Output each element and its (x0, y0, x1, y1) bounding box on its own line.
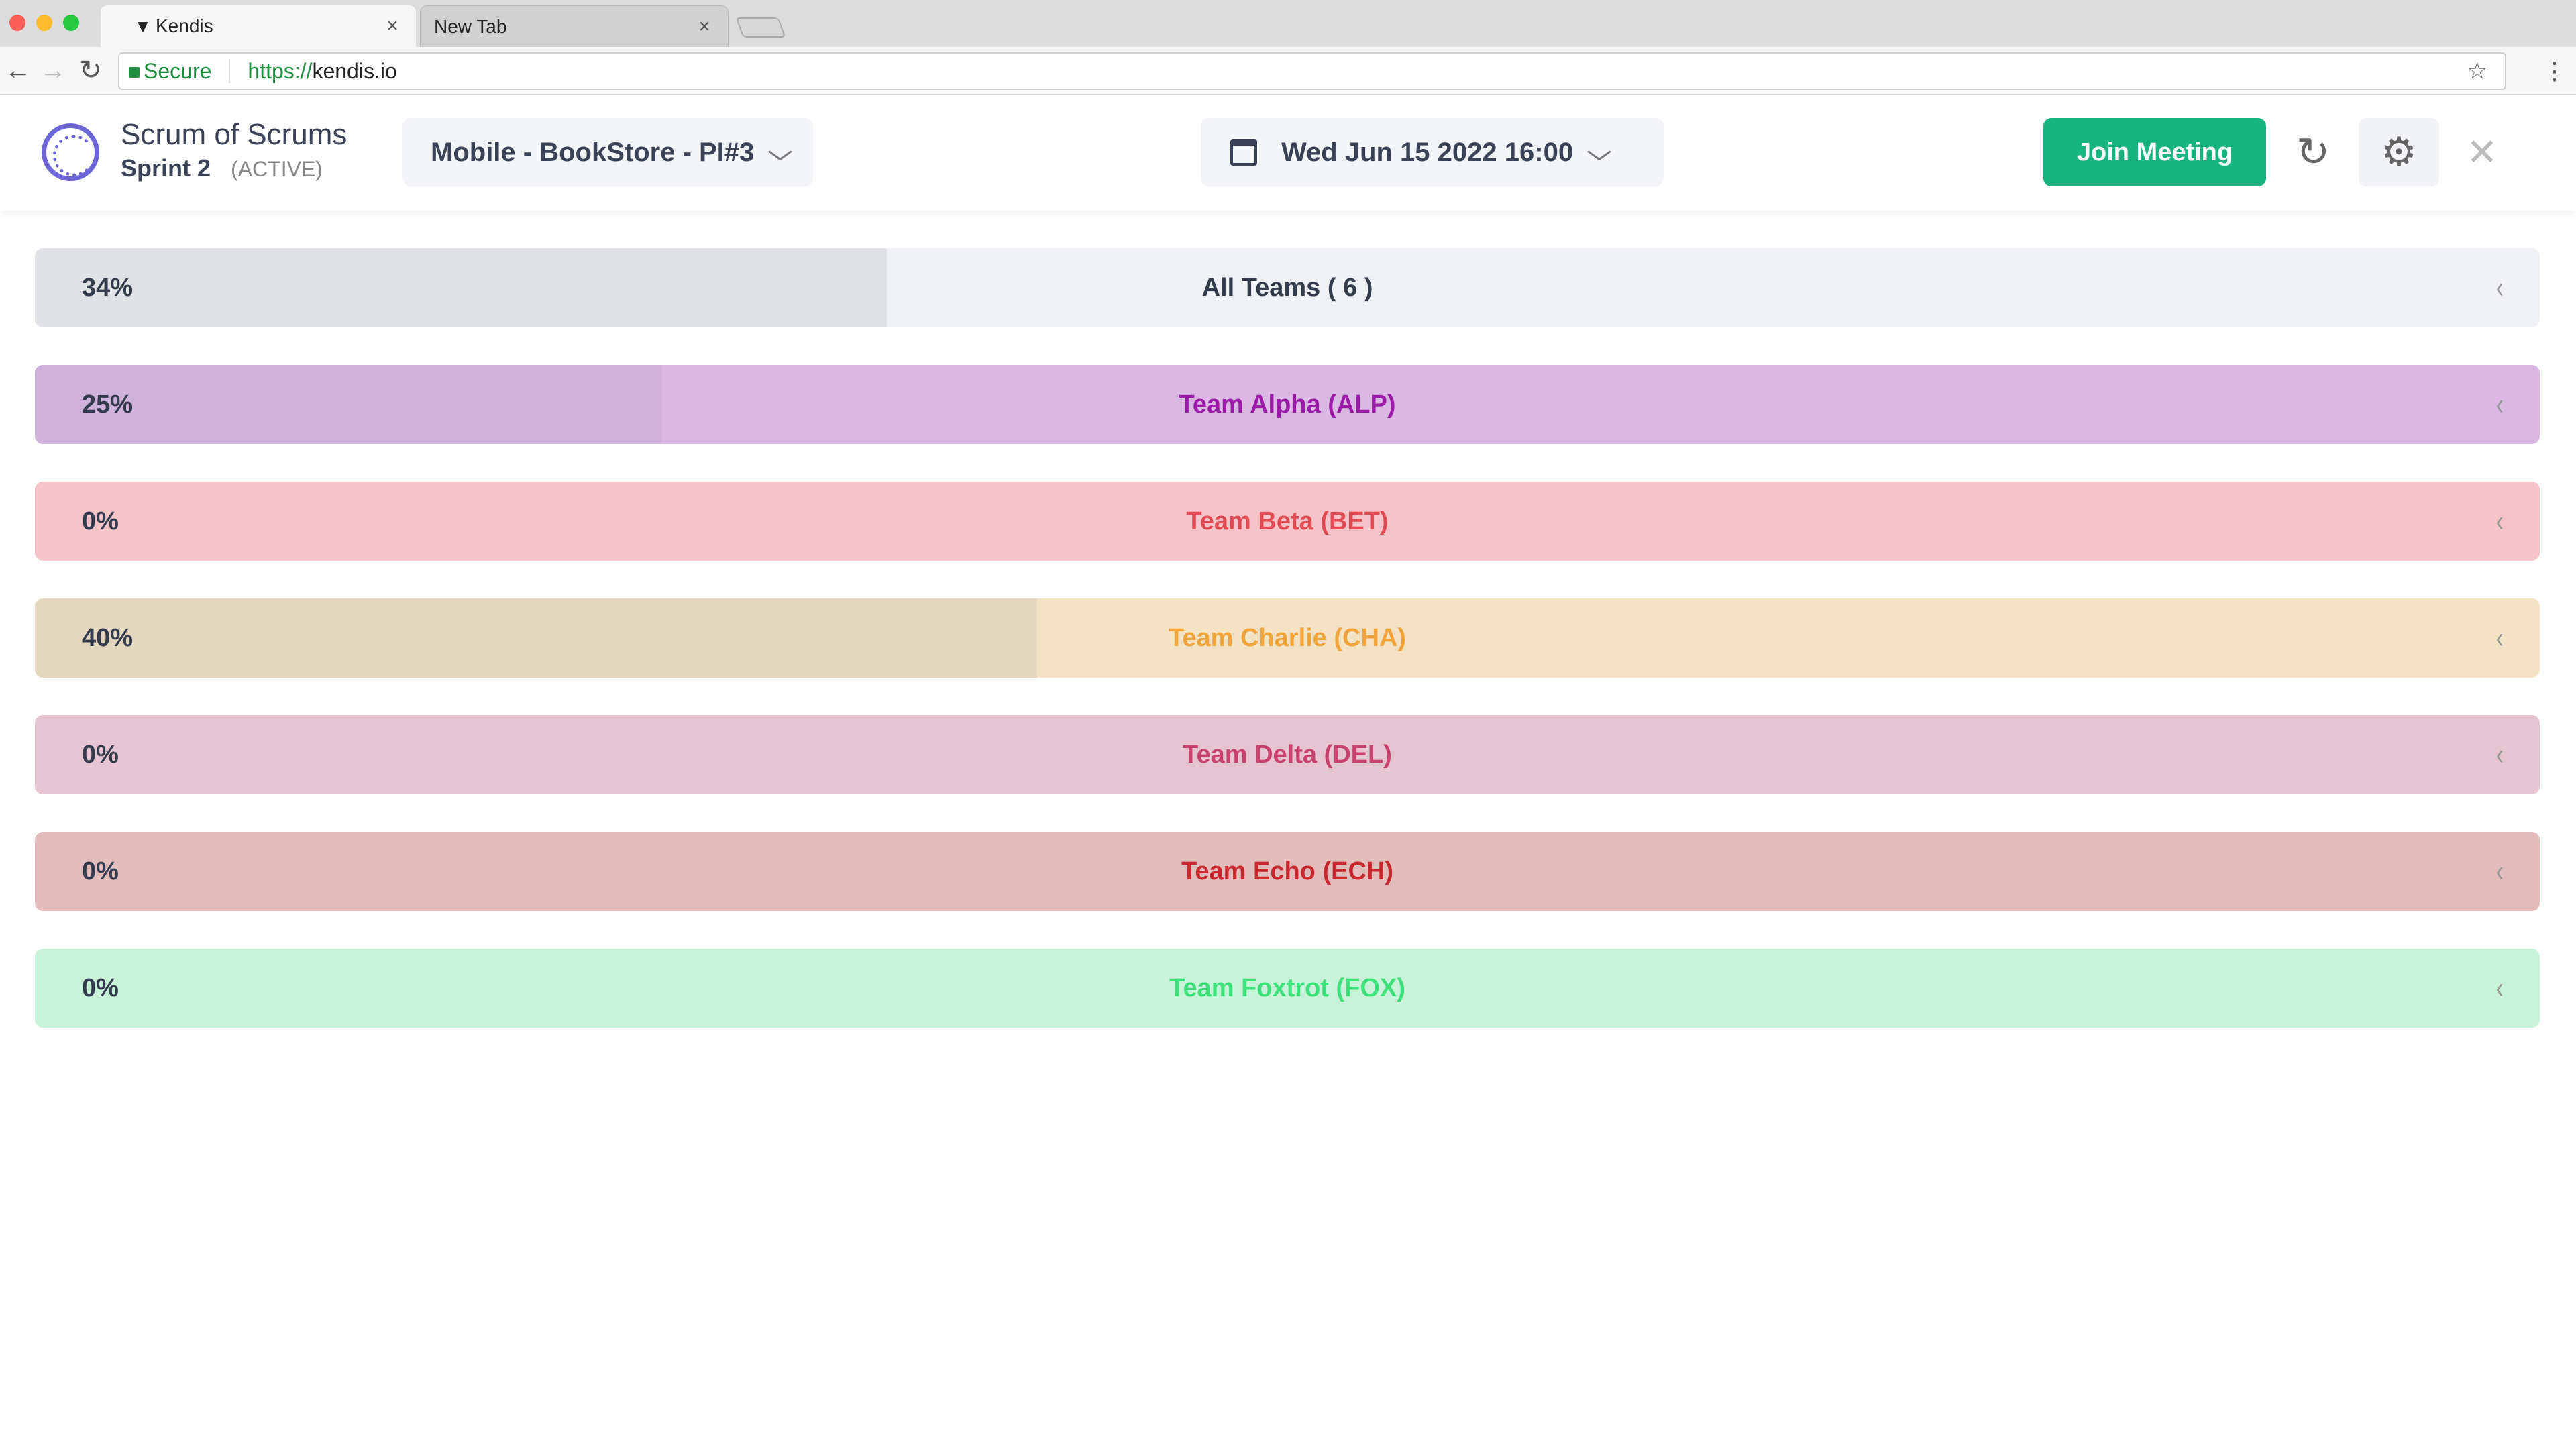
team-row-foxtrot[interactable]: 0% Team Foxtrot (FOX) ‹ (35, 949, 2540, 1028)
sprint-name: Sprint 2 (121, 154, 211, 182)
browser-toolbar: ← → ↻ Secure https:// kendis.io ☆ ⋮ (0, 47, 2576, 95)
filter-icon: ▼ (134, 15, 152, 36)
secure-indicator[interactable]: Secure (129, 59, 211, 84)
browser-tab-strip: ▼ Kendis × New Tab × (0, 0, 2576, 47)
chevron-left-icon[interactable]: ‹ (2496, 482, 2504, 561)
tab-new-tab[interactable]: New Tab × (420, 5, 729, 47)
address-divider (229, 59, 231, 83)
team-row-beta[interactable]: 0% Team Beta (BET) ‹ (35, 482, 2540, 561)
team-name: Team Alpha (ALP) (1179, 390, 1396, 419)
team-row-alpha[interactable]: 25% Team Alpha (ALP) ‹ (35, 365, 2540, 444)
tab-title: Kendis (156, 15, 213, 36)
chevron-left-icon[interactable]: ‹ (2496, 598, 2504, 678)
team-row-echo[interactable]: 0% Team Echo (ECH) ‹ (35, 832, 2540, 911)
team-row-charlie[interactable]: 40% Team Charlie (CHA) ‹ (35, 598, 2540, 678)
team-name: Team Delta (DEL) (1183, 741, 1392, 769)
sprint-info: Sprint 2 (ACTIVE) (121, 154, 323, 182)
back-icon[interactable]: ← (3, 55, 34, 86)
team-row-delta[interactable]: 0% Team Delta (DEL) ‹ (35, 715, 2540, 794)
tab-kendis[interactable]: ▼ Kendis × (101, 5, 416, 47)
date-select[interactable]: Wed Jun 15 2022 16:00 ⌵ (1201, 118, 1664, 186)
team-progress-list: 34% All Teams ( 6 ) ‹ 25% Team Alpha (AL… (35, 248, 2540, 1065)
calendar-icon (1230, 139, 1257, 166)
team-name: All Teams ( 6 ) (1201, 274, 1373, 302)
browser-menu-icon[interactable]: ⋮ (2542, 58, 2567, 85)
chevron-left-icon[interactable]: ‹ (2496, 248, 2504, 327)
chevron-left-icon[interactable]: ‹ (2496, 832, 2504, 911)
bookmark-star-icon[interactable]: ☆ (2467, 58, 2487, 85)
reload-icon[interactable]: ↻ (75, 55, 106, 86)
app-header: Scrum of Scrums Sprint 2 (ACTIVE) Mobile… (0, 97, 2576, 211)
refresh-icon[interactable]: ↻ (2273, 118, 2353, 186)
team-name: Team Beta (BET) (1186, 507, 1389, 535)
tab-close-icon[interactable]: × (694, 15, 714, 38)
date-select-value: Wed Jun 15 2022 16:00 (1281, 137, 1574, 167)
url-host: kendis.io (312, 58, 397, 83)
kendis-logo-icon (42, 123, 99, 181)
tab-title: New Tab (434, 15, 507, 37)
secure-label: Secure (144, 58, 212, 83)
chevron-down-icon: ⌵ (1587, 139, 1611, 165)
window-maximize-button[interactable] (63, 15, 79, 31)
chevron-left-icon[interactable]: ‹ (2496, 365, 2504, 444)
chevron-left-icon[interactable]: ‹ (2496, 715, 2504, 794)
sprint-state-badge: (ACTIVE) (231, 157, 323, 181)
url-scheme: https:// (248, 58, 313, 83)
window-minimize-button[interactable] (36, 15, 52, 31)
tab-close-icon[interactable]: × (382, 15, 402, 38)
project-select-value: Mobile - BookStore - PI#3 (431, 137, 755, 167)
lock-icon (129, 67, 140, 78)
team-name: Team Charlie (CHA) (1168, 624, 1407, 652)
address-bar[interactable]: Secure https:// kendis.io ☆ (118, 52, 2506, 90)
close-icon[interactable]: ✕ (2442, 118, 2522, 186)
page-title: Scrum of Scrums (121, 118, 347, 151)
join-meeting-button[interactable]: Join Meeting (2043, 118, 2266, 186)
team-name: Team Echo (ECH) (1181, 857, 1393, 885)
new-tab-button[interactable] (735, 17, 786, 38)
chevron-down-icon: ⌵ (768, 139, 793, 165)
window-close-button[interactable] (9, 15, 25, 31)
project-select[interactable]: Mobile - BookStore - PI#3 ⌵ (402, 118, 813, 186)
team-name: Team Foxtrot (FOX) (1169, 974, 1405, 1002)
team-row-all[interactable]: 34% All Teams ( 6 ) ‹ (35, 248, 2540, 327)
chevron-left-icon[interactable]: ‹ (2496, 949, 2504, 1028)
forward-icon[interactable]: → (38, 55, 68, 86)
gear-icon[interactable]: ⚙ (2359, 118, 2439, 186)
